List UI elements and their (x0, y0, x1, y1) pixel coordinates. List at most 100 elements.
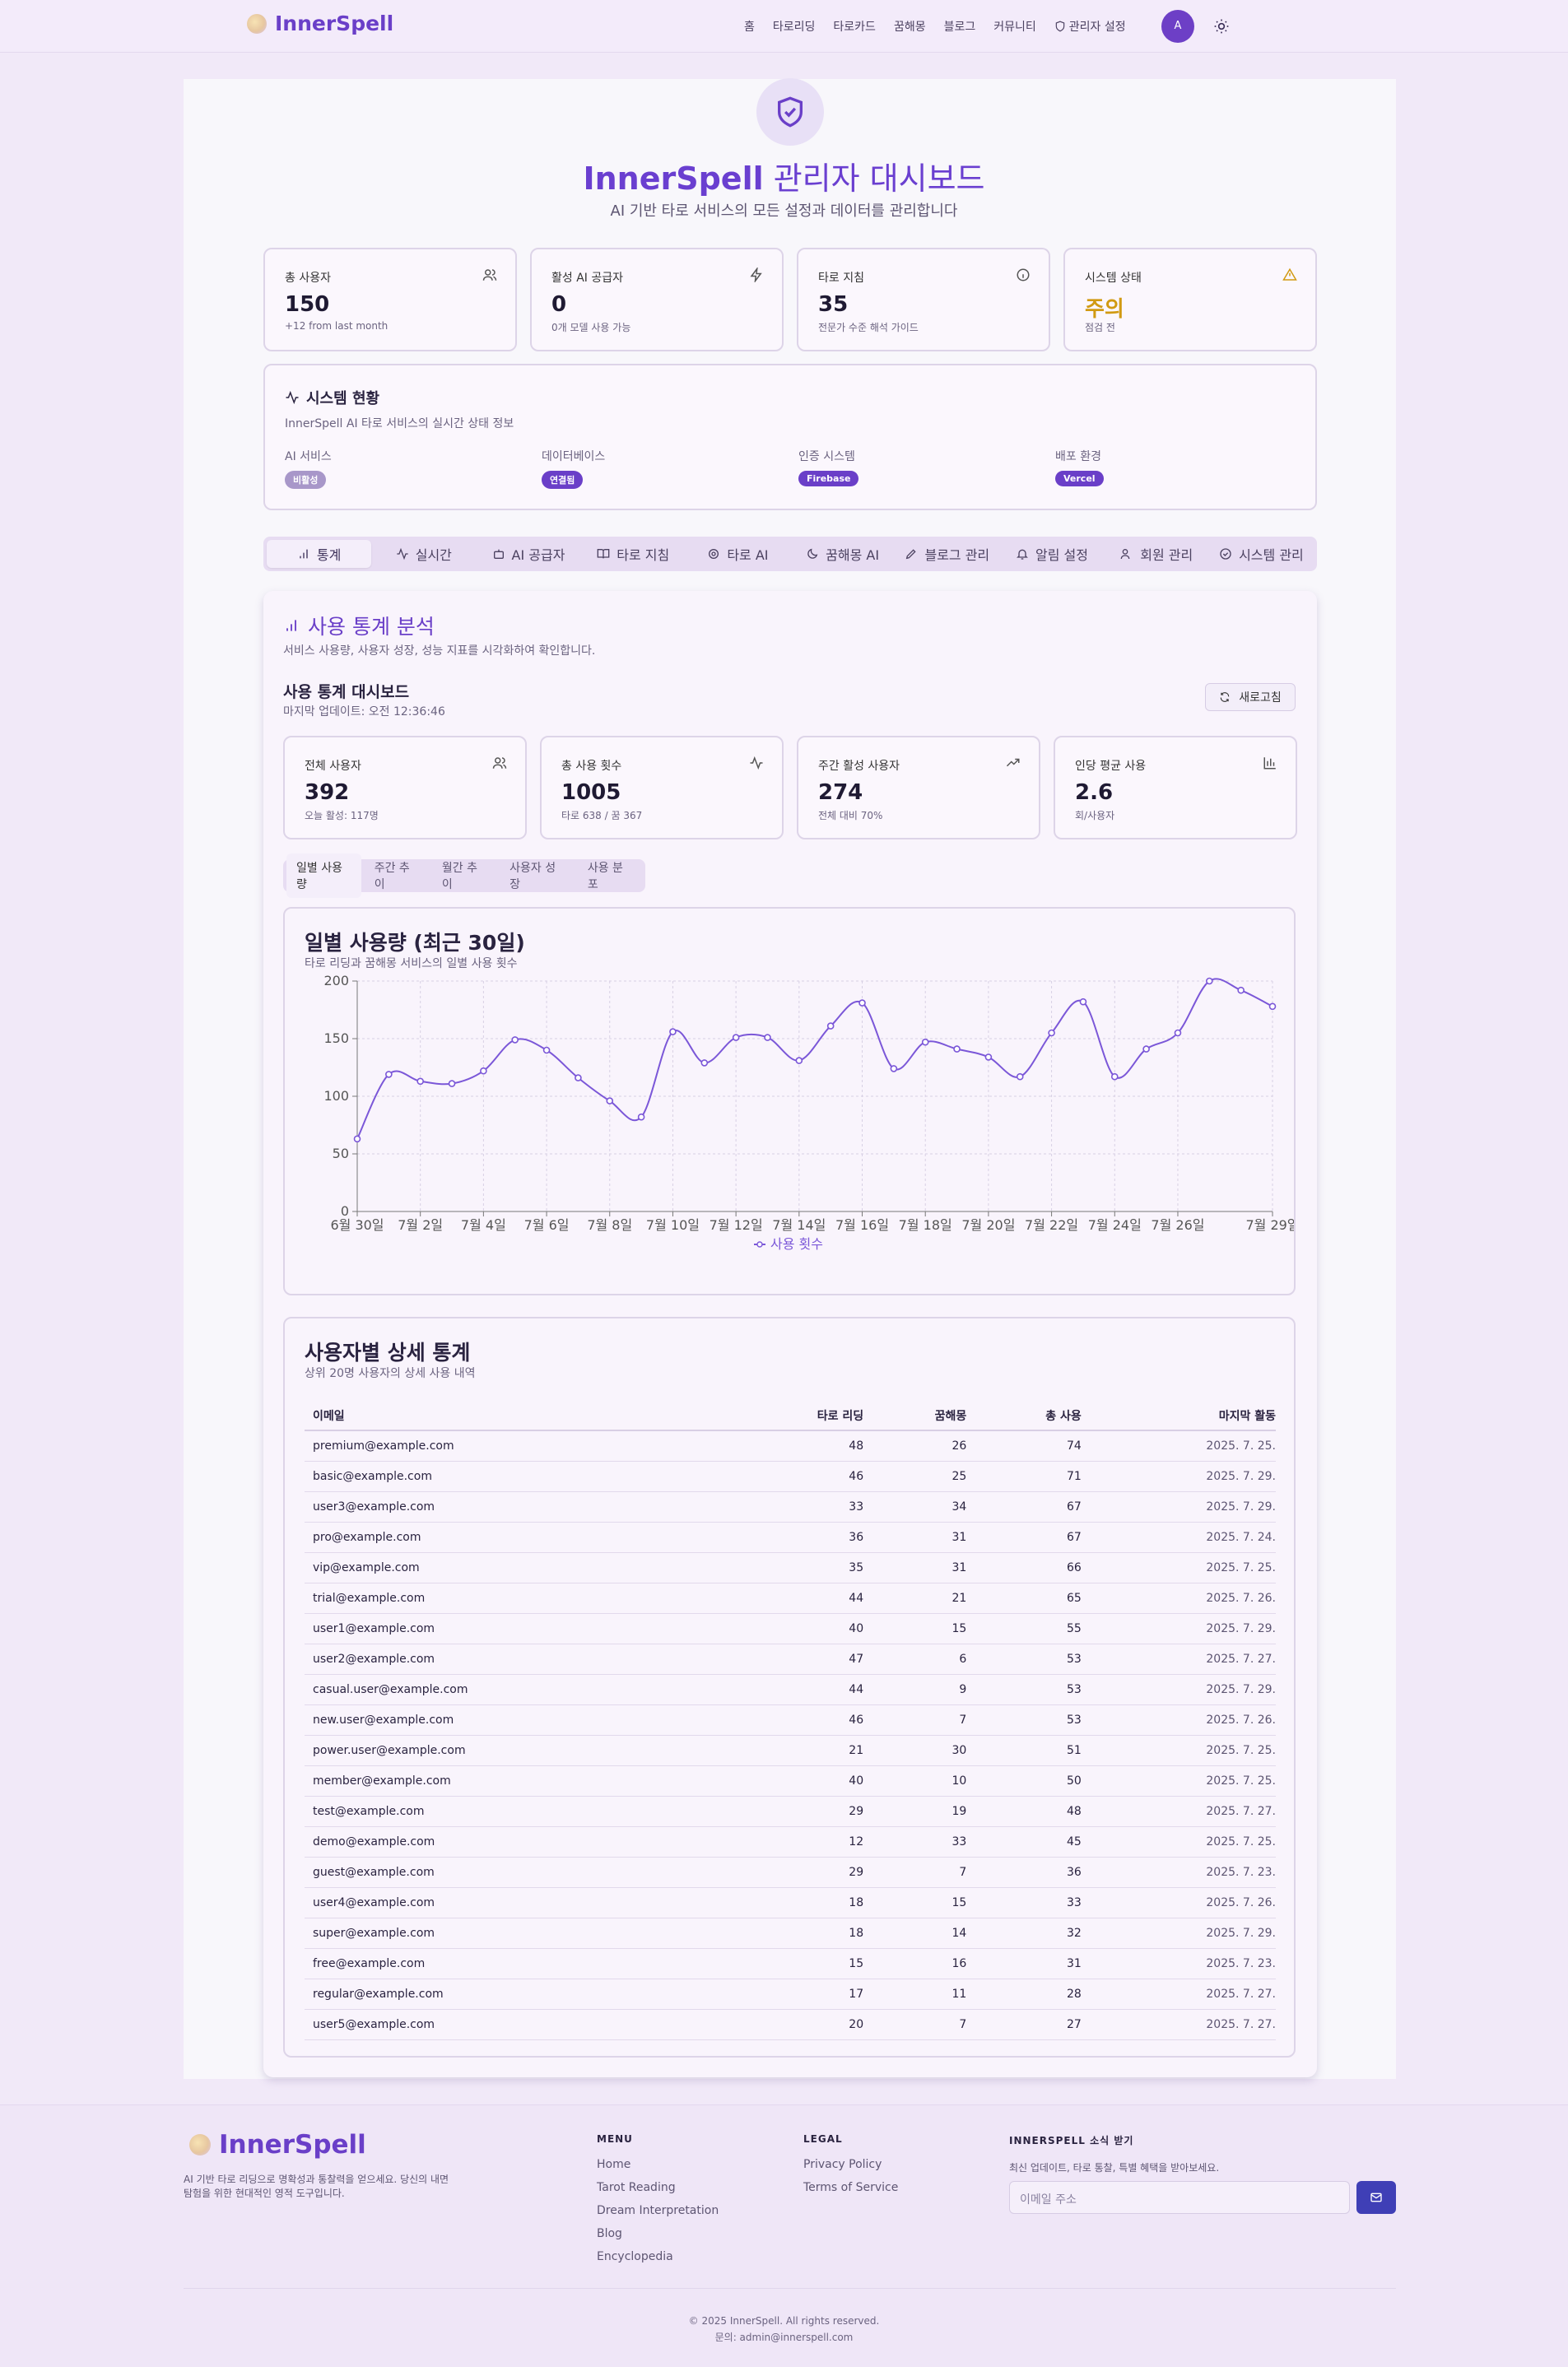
cell-email: test@example.com (305, 1796, 753, 1827)
footer-brand-name: InnerSpell (219, 2130, 366, 2160)
usage-card-sub: 오늘 활성: 117명 (305, 810, 379, 821)
col-total: 총 사용 (966, 1401, 1082, 1431)
cell-last-activity: 2025. 7. 29. (1081, 1461, 1276, 1492)
y-tick-label: 200 (323, 973, 349, 988)
subtab-daily[interactable]: 일별 사용량 (286, 853, 361, 898)
cell-total: 28 (966, 1979, 1082, 2010)
newsletter-email-input[interactable]: 이메일 주소 (1009, 2181, 1350, 2214)
status-badge: Vercel (1055, 471, 1104, 486)
status-ai-service: AI 서비스 비활성 (285, 448, 332, 489)
tab-label: 통계 (316, 547, 342, 563)
newsletter-submit-button[interactable] (1356, 2181, 1396, 2214)
cell-last-activity: 2025. 7. 26. (1081, 1583, 1276, 1614)
footer-link-dream[interactable]: Dream Interpretation (597, 2204, 719, 2217)
tab-system[interactable]: 시스템 관리 (1209, 540, 1314, 568)
tab-blog[interactable]: 블로그 관리 (895, 540, 999, 568)
tab-stats[interactable]: 통계 (267, 540, 372, 568)
usage-stats-panel: 사용 통계 분석 서비스 사용량, 사용자 성장, 성능 지표를 시각화하여 확… (263, 591, 1317, 2077)
col-tarot: 타로 리딩 (752, 1401, 864, 1431)
nav-dream[interactable]: 꿈해몽 (894, 18, 926, 35)
stat-value: 0 (551, 292, 567, 317)
cell-tarot: 29 (752, 1796, 864, 1827)
table-row: new.user@example.com 46 7 53 2025. 7. 26. (305, 1704, 1276, 1736)
cell-email: user3@example.com (305, 1491, 753, 1523)
bar-chart-icon (300, 549, 308, 559)
data-point (385, 1071, 393, 1078)
footer-menu: MENU Home Tarot Reading Dream Interpreta… (597, 2133, 719, 2273)
tab-notifications[interactable]: 알림 설정 (999, 540, 1104, 568)
activity-icon (750, 756, 763, 770)
daily-usage-chart-card: 일별 사용량 (최근 30일) 타로 리딩과 꿈해몽 서비스의 일별 사용 횟수… (283, 907, 1296, 1295)
tab-realtime[interactable]: 실시간 (371, 540, 476, 568)
footer-link-home[interactable]: Home (597, 2158, 719, 2171)
subtab-growth[interactable]: 사용자 성장 (500, 853, 575, 898)
data-point (1048, 1029, 1055, 1037)
footer-link-blog[interactable]: Blog (597, 2227, 719, 2240)
cell-email: basic@example.com (305, 1461, 753, 1492)
subtab-distribution[interactable]: 사용 분포 (578, 853, 642, 898)
tab-ai-providers[interactable]: AI 공급자 (476, 540, 580, 568)
status-label: 배포 환경 (1055, 450, 1101, 463)
nav-admin[interactable]: 관리자 설정 (1054, 18, 1126, 35)
table-row: trial@example.com 44 21 65 2025. 7. 26. (305, 1583, 1276, 1614)
tab-members[interactable]: 회원 관리 (1105, 540, 1209, 568)
data-point (448, 1080, 456, 1087)
nav-community[interactable]: 커뮤니티 (993, 18, 1036, 35)
subtab-monthly[interactable]: 월간 추이 (432, 853, 496, 898)
tab-tarot-ai[interactable]: 타로 AI (686, 540, 790, 568)
x-tick-label: 7월 29일 (1245, 1217, 1294, 1233)
data-point (353, 1135, 361, 1143)
refresh-button[interactable]: 새로고침 (1205, 683, 1296, 711)
table-row: user2@example.com 47 6 53 2025. 7. 27. (305, 1644, 1276, 1675)
system-status-desc: InnerSpell AI 타로 서비스의 실시간 상태 정보 (285, 417, 514, 430)
footer-link-terms[interactable]: Terms of Service (803, 2181, 898, 2194)
data-point (1206, 977, 1213, 985)
tab-label: 회원 관리 (1140, 547, 1193, 563)
warning-icon (1282, 267, 1297, 281)
copyright-text: © 2025 InnerSpell. All rights reserved. (688, 2315, 880, 2327)
nav-tarot-reading[interactable]: 타로리딩 (773, 18, 816, 35)
tab-dream-ai[interactable]: 꿈해몽 AI (790, 540, 895, 568)
moon-icon (807, 548, 818, 559)
status-label: AI 서비스 (285, 450, 332, 463)
nav-home[interactable]: 홈 (744, 18, 755, 35)
cell-dream: 21 (863, 1583, 967, 1614)
cell-dream: 6 (863, 1644, 967, 1675)
avatar[interactable]: A (1161, 10, 1194, 43)
data-point (1016, 1072, 1024, 1081)
subtab-weekly[interactable]: 주간 추이 (365, 853, 429, 898)
hero-shield-badge (756, 78, 824, 146)
stat-label: 시스템 상태 (1085, 272, 1142, 285)
brand-logo[interactable]: InnerSpell (247, 12, 393, 35)
table-row: user1@example.com 40 15 55 2025. 7. 29. (305, 1613, 1276, 1644)
cell-dream: 7 (863, 1704, 967, 1736)
tab-tarot-guidelines[interactable]: 타로 지침 (581, 540, 686, 568)
footer-link-encyclopedia[interactable]: Encyclopedia (597, 2250, 719, 2263)
data-point (669, 1028, 677, 1035)
data-point (480, 1067, 487, 1075)
footer-link-tarot[interactable]: Tarot Reading (597, 2181, 719, 2194)
tab-label: 블로그 관리 (924, 547, 990, 563)
x-tick-label: 7월 10일 (646, 1217, 700, 1233)
cell-email: vip@example.com (305, 1552, 753, 1583)
tab-label: 꿈해몽 AI (826, 547, 880, 563)
data-point (732, 1034, 740, 1041)
nav-blog[interactable]: 블로그 (944, 18, 976, 35)
cell-email: member@example.com (305, 1765, 753, 1797)
data-point (1079, 997, 1087, 1006)
logo-icon (189, 2134, 211, 2155)
tab-label: 실시간 (415, 547, 452, 563)
stat-card-ai-providers: 활성 AI 공급자 0 0개 모델 사용 가능 (530, 248, 784, 351)
nav-admin-label: 관리자 설정 (1068, 21, 1126, 34)
cell-total: 71 (966, 1461, 1082, 1492)
data-point (858, 999, 866, 1007)
footer-brand[interactable]: InnerSpell (189, 2130, 366, 2160)
cell-dream: 33 (863, 1826, 967, 1858)
usage-card-sub: 회/사용자 (1075, 810, 1115, 821)
usage-card-total-users: 전체 사용자 392 오늘 활성: 117명 (283, 736, 527, 839)
sun-icon[interactable] (1213, 18, 1230, 35)
cell-tarot: 40 (752, 1765, 864, 1797)
usage-card-sub: 타로 638 / 꿈 367 (561, 810, 643, 821)
nav-tarot-cards[interactable]: 타로카드 (833, 18, 876, 35)
footer-link-privacy[interactable]: Privacy Policy (803, 2158, 898, 2171)
